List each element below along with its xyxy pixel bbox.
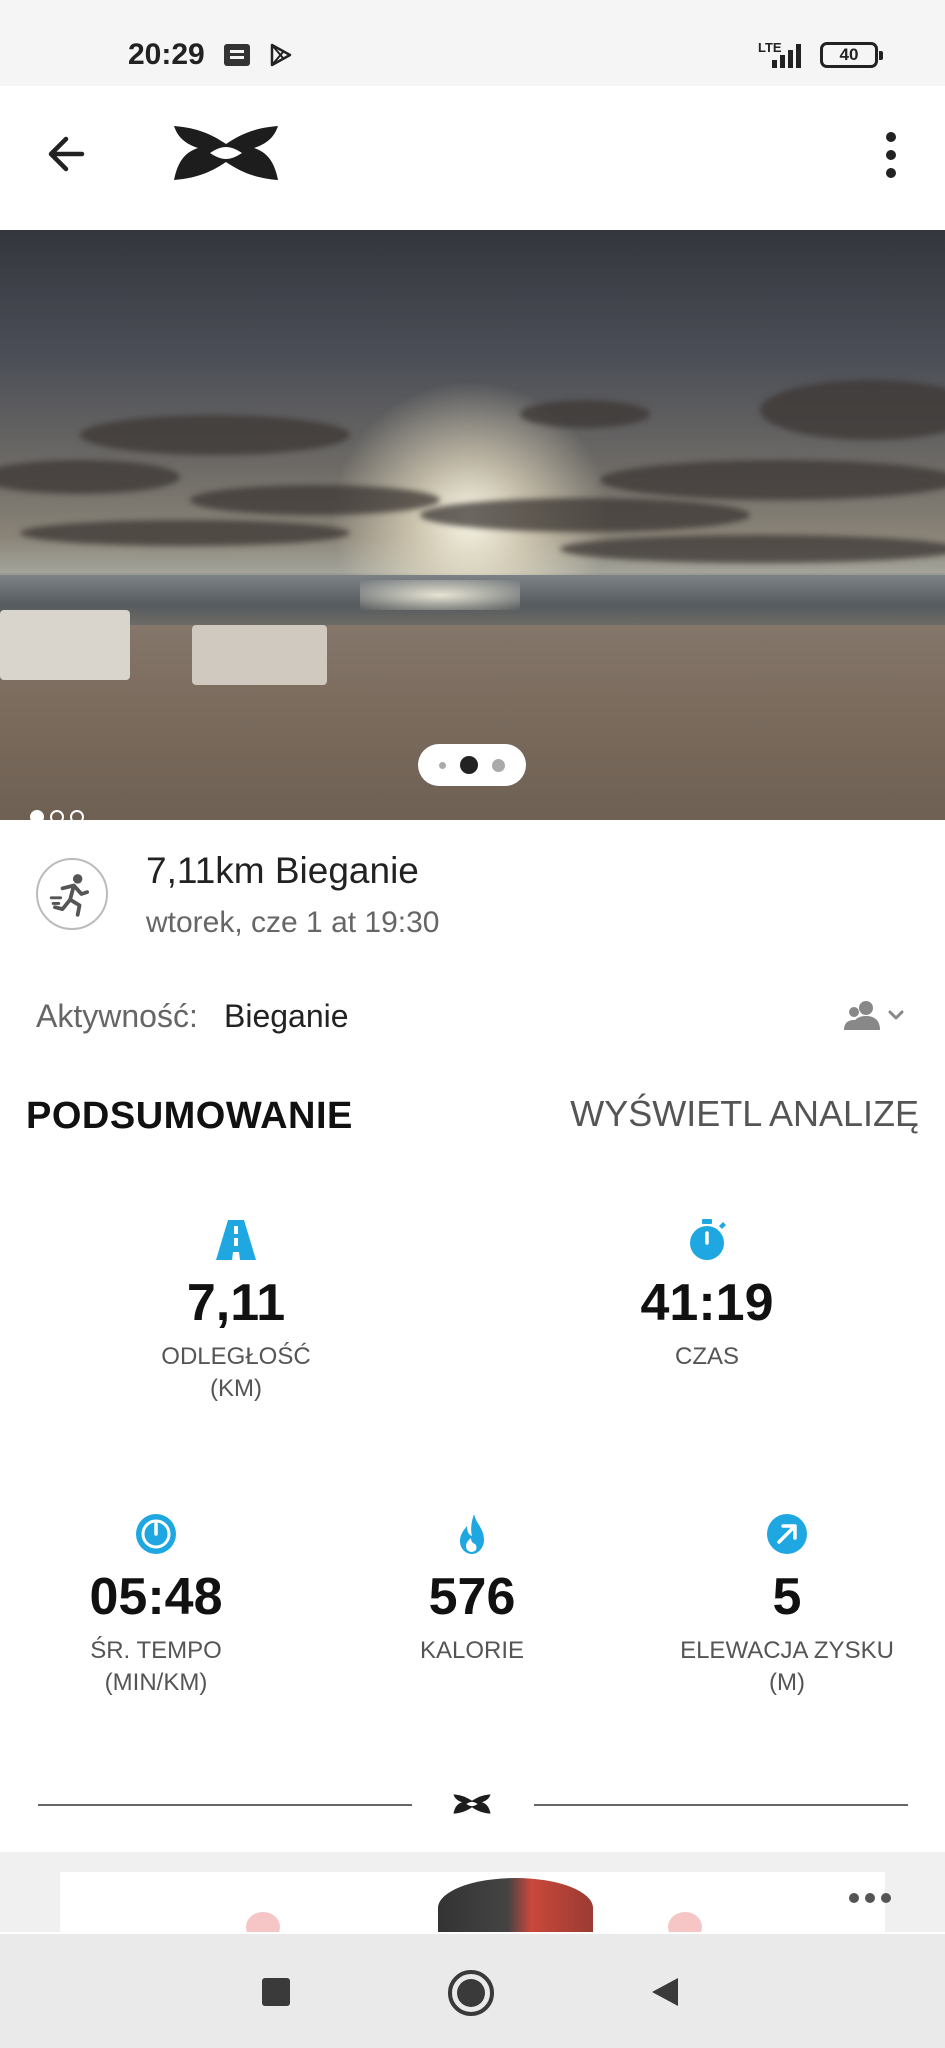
status-time: 20:29	[128, 38, 205, 71]
home-icon[interactable]	[448, 1970, 494, 2016]
under-armour-logo	[174, 126, 278, 180]
arrow-up-right-icon	[767, 1514, 807, 1554]
view-analysis-link[interactable]: WYŚWIETL ANALIZĘ	[570, 1093, 919, 1135]
more-horizontal-icon[interactable]	[848, 1892, 892, 1904]
app-bar	[0, 86, 945, 230]
status-bar: 20:29 LTE 40	[0, 0, 945, 86]
stat-calories-value: 576	[428, 1568, 516, 1626]
stat-pace-value: 05:48	[89, 1568, 223, 1626]
arrow-left-icon[interactable]	[40, 126, 96, 182]
stat-calories-label: KALORIE	[419, 1636, 525, 1664]
photo-cloud	[0, 460, 180, 494]
signal-icon	[772, 44, 801, 68]
summary-title: PODSUMOWANIE	[26, 1095, 353, 1137]
pager-dot-active	[460, 756, 478, 774]
stat-elevation: 5 ELEWACJA ZYSKU (M)	[637, 1512, 937, 1699]
promo-accent	[668, 1912, 702, 1932]
photo-cloud	[190, 485, 440, 515]
feed-strip	[0, 1852, 945, 1932]
promo-card[interactable]	[60, 1872, 885, 1932]
photo-cloud	[600, 460, 945, 500]
stat-distance: 7,11 ODLEGŁOŚĆ (KM)	[86, 1218, 386, 1405]
shoe-image	[438, 1878, 593, 1932]
activity-type-row[interactable]: Aktywność: Bieganie	[0, 980, 945, 1050]
stat-pace: 05:48 ŚR. TEMPO (MIN/KM)	[6, 1512, 306, 1699]
gmail-icon	[224, 44, 250, 66]
under-armour-logo-small	[453, 1794, 491, 1814]
speedometer-icon	[136, 1514, 176, 1554]
divider-right	[534, 1804, 908, 1806]
road-icon	[216, 1220, 256, 1260]
play-store-icon	[270, 43, 292, 67]
photo-beach-loungers	[192, 625, 327, 685]
activity-type-label: Aktywność:	[36, 998, 198, 1034]
activity-header: 7,11km Bieganie wtorek, cze 1 at 19:30	[0, 820, 945, 970]
pager-dot	[439, 761, 446, 769]
photo-cloud	[20, 520, 350, 546]
back-icon[interactable]	[650, 1976, 680, 2008]
thumb-dot-active	[30, 810, 44, 820]
photo-cloud	[560, 535, 945, 563]
photo-pager[interactable]	[418, 744, 526, 786]
stat-pace-label: ŚR. TEMPO (MIN/KM)	[90, 1636, 222, 1696]
stat-time: 41:19 CZAS	[557, 1218, 857, 1373]
activity-title: 7,11km Bieganie	[146, 850, 419, 891]
stat-elevation-label: ELEWACJA ZYSKU (M)	[680, 1636, 894, 1696]
activity-type-value: Bieganie	[224, 998, 349, 1034]
photo-glint	[360, 580, 520, 610]
friends-privacy-icon[interactable]	[840, 996, 908, 1036]
activity-date: wtorek, cze 1 at 19:30	[146, 906, 440, 939]
thumb-dot	[50, 810, 64, 820]
more-vertical-icon[interactable]	[870, 128, 912, 182]
stopwatch-icon	[690, 1219, 726, 1260]
pager-dot	[492, 758, 505, 772]
stat-calories: 576 KALORIE	[322, 1512, 622, 1667]
stat-time-value: 41:19	[640, 1274, 774, 1332]
recent-apps-icon[interactable]	[262, 1978, 290, 2006]
flame-icon	[460, 1514, 484, 1554]
running-icon	[36, 858, 108, 930]
promo-accent	[246, 1912, 280, 1932]
photo-cloud	[420, 498, 750, 532]
photo-sand	[0, 625, 945, 820]
photo-cloud	[760, 380, 945, 440]
stat-time-label: CZAS	[674, 1342, 739, 1370]
photo-cloud	[520, 400, 650, 428]
stat-distance-label: ODLEGŁOŚĆ (KM)	[161, 1342, 311, 1402]
stat-elevation-value: 5	[772, 1568, 802, 1626]
activity-photo[interactable]	[0, 230, 945, 820]
thumb-dot	[70, 810, 84, 820]
battery-icon: 40	[820, 42, 883, 68]
photo-thumbnail-indicator	[30, 810, 84, 820]
photo-cloud	[80, 415, 350, 455]
system-nav-bar	[0, 1934, 945, 2048]
divider-left	[38, 1804, 412, 1806]
photo-beach-chairs	[0, 610, 130, 680]
stat-distance-value: 7,11	[186, 1274, 286, 1332]
